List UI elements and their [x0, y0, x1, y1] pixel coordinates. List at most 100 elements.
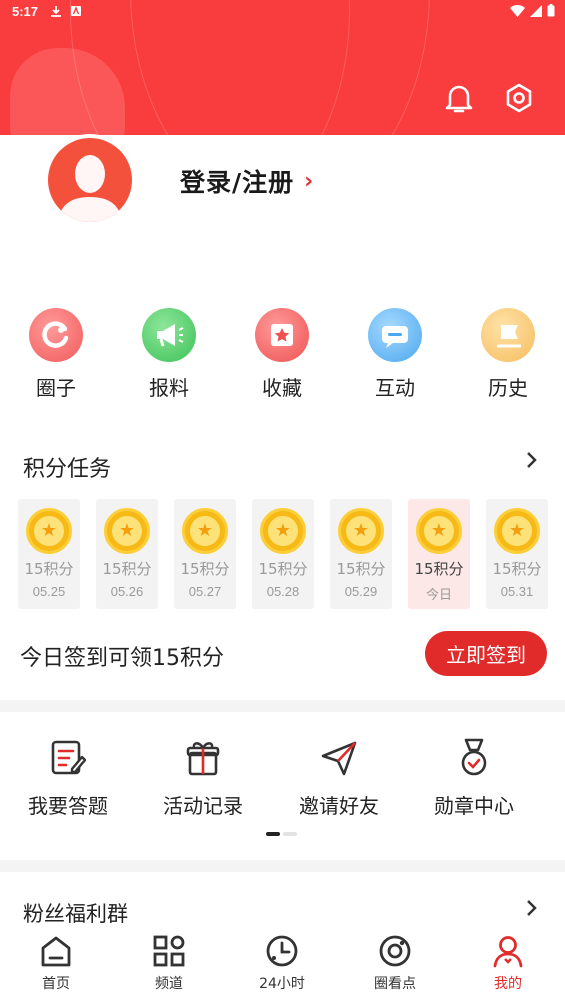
activity-label: 我要答题 — [28, 794, 108, 818]
day-date: 05.31 — [500, 584, 534, 599]
chevron-right-icon — [527, 900, 537, 916]
coin-icon: ★ — [260, 508, 306, 554]
nav-channels[interactable]: 频道 — [129, 933, 209, 993]
coin-icon: ★ — [338, 508, 384, 554]
user-icon — [490, 933, 526, 969]
points-more-button[interactable] — [526, 450, 538, 476]
page-indicator — [266, 832, 297, 836]
day-points: 15积分 — [492, 560, 542, 578]
checkin-day: ★ 15积分 05.27 — [174, 499, 236, 609]
day-date: 05.28 — [266, 584, 300, 599]
app-notification-icon — [71, 6, 81, 16]
login-register-link[interactable]: 登录/注册 › — [180, 163, 313, 199]
nav-label: 频道 — [155, 976, 183, 992]
nav-home[interactable]: 首页 — [16, 933, 96, 993]
status-time: 5:17 — [12, 4, 39, 19]
checkin-reward-text: 今日签到可领15积分 — [20, 646, 224, 671]
nav-mine[interactable]: 我的 — [468, 933, 548, 993]
settings-button[interactable] — [501, 80, 537, 116]
quick-item-label: 圈子 — [36, 376, 76, 400]
send-icon — [319, 738, 359, 778]
day-points: 15积分 — [414, 560, 464, 578]
coin-icon: ★ — [416, 508, 462, 554]
star-icon — [255, 308, 309, 362]
nav-24hours[interactable]: 24小时 — [242, 933, 322, 993]
day-points: 15积分 — [180, 560, 230, 578]
nav-label: 我的 — [494, 976, 522, 992]
day-date: 05.27 — [188, 584, 222, 599]
quick-item-circle[interactable]: 圈子 — [11, 308, 101, 401]
target-icon — [377, 933, 413, 969]
quick-item-report[interactable]: 报料 — [124, 308, 214, 401]
grid-icon — [151, 933, 187, 969]
medal-icon — [454, 738, 494, 778]
fans-group-title: 粉丝福利群 — [23, 902, 128, 926]
coin-icon: ★ — [182, 508, 228, 554]
section-divider — [0, 700, 565, 712]
quick-item-label: 报料 — [149, 376, 189, 400]
checkin-day: ★ 15积分 05.29 — [330, 499, 392, 609]
nav-label: 首页 — [42, 976, 70, 992]
coin-icon: ★ — [494, 508, 540, 554]
page-dot — [283, 832, 297, 836]
bottom-nav: 首页 频道 24小时 圈看点 我的 — [0, 927, 565, 1004]
activity-label: 勋章中心 — [434, 794, 514, 818]
megaphone-icon — [142, 308, 196, 362]
download-icon — [51, 6, 61, 17]
day-points: 15积分 — [258, 560, 308, 578]
clock-icon — [264, 933, 300, 969]
quick-item-interaction[interactable]: 互动 — [350, 308, 440, 401]
coin-icon: ★ — [26, 508, 72, 554]
header-banner: 5:17 — [0, 0, 565, 135]
day-date: 今日 — [425, 587, 452, 602]
activity-medals[interactable]: 勋章中心 — [414, 738, 534, 819]
gift-icon — [183, 738, 223, 778]
settings-icon — [506, 83, 532, 113]
quick-item-favorites[interactable]: 收藏 — [237, 308, 327, 401]
day-points: 15积分 — [336, 560, 386, 578]
checkin-button[interactable]: 立即签到 — [425, 631, 547, 676]
checkin-day: ★ 15积分 05.28 — [252, 499, 314, 609]
quick-item-label: 历史 — [488, 376, 528, 400]
chevron-right-icon: › — [304, 168, 314, 194]
day-points: 15积分 — [24, 560, 74, 578]
nav-label: 24小时 — [259, 976, 305, 992]
battery-icon — [547, 4, 555, 17]
page-dot-active — [266, 832, 280, 836]
points-task-title: 积分任务 — [23, 457, 112, 482]
coin-icon: ★ — [104, 508, 150, 554]
checkin-day-today: ★ 15积分 今日 — [408, 499, 470, 609]
section-divider — [0, 860, 565, 872]
activity-label: 活动记录 — [163, 794, 243, 818]
chevron-right-icon — [527, 452, 537, 468]
quick-item-label: 收藏 — [262, 376, 302, 400]
flag-icon — [481, 308, 535, 362]
signal-icon — [530, 4, 542, 17]
login-register-label: 登录/注册 — [180, 168, 295, 197]
checkin-day: ★ 15积分 05.31 — [486, 499, 548, 609]
day-date: 05.26 — [110, 584, 144, 599]
bell-icon — [445, 85, 473, 113]
activity-quiz[interactable]: 我要答题 — [8, 738, 128, 819]
home-icon — [38, 933, 74, 969]
default-avatar-icon — [58, 155, 122, 222]
notification-button[interactable] — [441, 80, 477, 116]
avatar[interactable] — [48, 138, 132, 222]
status-right-icons — [510, 4, 555, 17]
nav-label: 圈看点 — [374, 976, 416, 992]
checkin-days-strip[interactable]: ★ 15积分 05.25 ★ 15积分 05.26 ★ 15积分 05.27 ★… — [0, 499, 565, 609]
day-date: 05.29 — [344, 584, 378, 599]
quiz-icon — [48, 738, 88, 778]
activity-records[interactable]: 活动记录 — [143, 738, 263, 819]
fans-group-more-button[interactable] — [526, 898, 538, 924]
quick-item-label: 互动 — [375, 376, 415, 400]
nav-circle-highlights[interactable]: 圈看点 — [355, 933, 435, 993]
checkin-day: ★ 15积分 05.26 — [96, 499, 158, 609]
activity-invite[interactable]: 邀请好友 — [279, 738, 399, 819]
chat-icon — [368, 308, 422, 362]
checkin-day: ★ 15积分 05.25 — [18, 499, 80, 609]
wifi-icon — [510, 4, 525, 17]
profile-page: 5:17 登录/注册 › 圈子 报料 收藏 互动 历史 积分任务 ★ 15积分 … — [0, 0, 565, 1004]
status-left-icons — [50, 5, 82, 18]
quick-item-history[interactable]: 历史 — [463, 308, 553, 401]
